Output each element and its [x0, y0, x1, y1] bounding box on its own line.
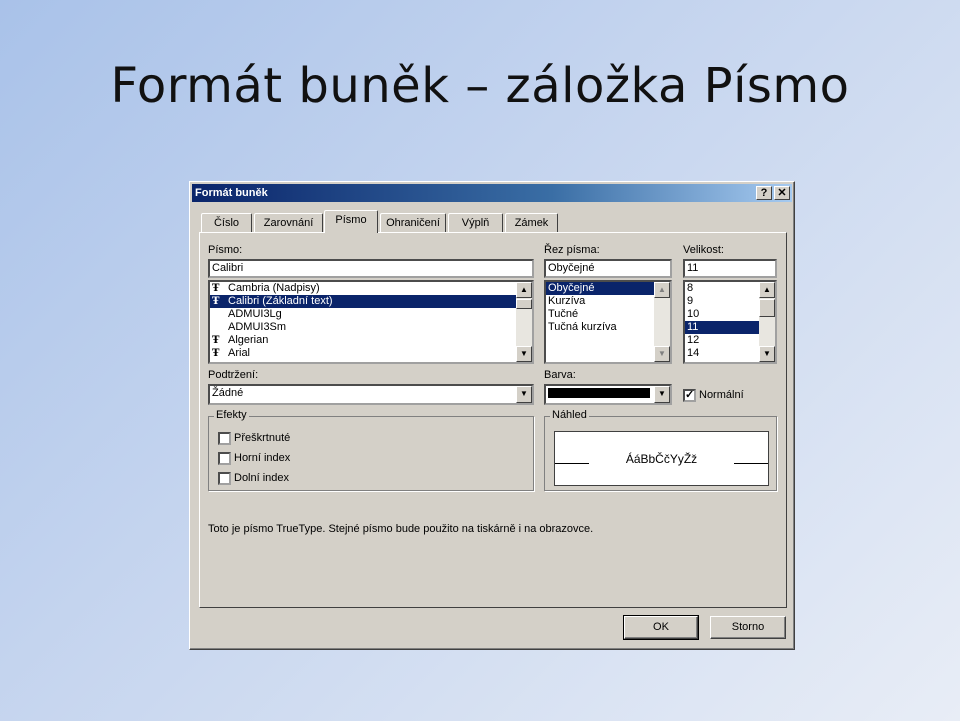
list-item[interactable]: Ŧ Calibri (Základní text) [210, 295, 516, 308]
font-list-scrollbar[interactable]: ▲ ▼ [516, 282, 532, 362]
truetype-icon: Ŧ [212, 335, 220, 346]
list-item[interactable]: Tučné [546, 308, 670, 321]
scroll-down-icon[interactable]: ▼ [516, 346, 532, 362]
color-swatch [548, 388, 650, 398]
truetype-icon: Ŧ [212, 348, 220, 359]
tab-cislo[interactable]: Číslo [201, 213, 252, 232]
tab-vypln[interactable]: Výplň [448, 213, 503, 232]
chevron-down-icon[interactable]: ▼ [516, 386, 532, 403]
normal-checkbox[interactable]: ✓ [683, 389, 696, 402]
superscript-checkbox[interactable] [218, 452, 231, 465]
size-list[interactable]: 8 9 10 11 12 14 ▲ ▼ [683, 280, 777, 364]
preview-group: Náhled ÁáBbČčYyŽž [544, 409, 777, 491]
list-item[interactable]: Tučná kurzíva [546, 321, 670, 334]
chevron-down-icon[interactable]: ▼ [654, 386, 670, 403]
tab-ohraniceni[interactable]: Ohraničení [380, 213, 446, 232]
truetype-icon: Ŧ [212, 283, 220, 294]
underline-label: Podtržení: [208, 369, 259, 381]
strikethrough-label: Přeškrtnuté [234, 432, 291, 444]
font-list[interactable]: Ŧ Cambria (Nadpisy) Ŧ Calibri (Základní te… [208, 280, 534, 364]
scroll-up-icon[interactable]: ▲ [654, 282, 670, 298]
list-item[interactable]: ADMUI3Lg [210, 308, 532, 321]
size-label: Velikost: [683, 244, 724, 256]
truetype-info: Toto je písmo TrueType. Stejné písmo bud… [208, 523, 594, 535]
size-list-scrollbar[interactable]: ▲ ▼ [759, 282, 775, 362]
style-label: Řez písma: [544, 244, 600, 256]
scroll-thumb[interactable] [759, 299, 775, 317]
effects-label: Efekty [214, 409, 249, 421]
font-tab-panel: Písmo: Calibri Ŧ Cambria (Nadpisy) Ŧ Calib… [199, 232, 787, 608]
underline-select[interactable]: Žádné ▼ [208, 384, 534, 405]
list-item[interactable]: 11 [685, 321, 759, 334]
style-input[interactable]: Obyčejné [544, 259, 672, 278]
ok-button[interactable]: OK [623, 615, 699, 640]
help-button[interactable]: ? [756, 186, 772, 200]
cancel-button[interactable]: Storno [710, 616, 786, 639]
list-item[interactable]: Obyčejné [546, 282, 654, 295]
style-list[interactable]: Obyčejné Kurzíva Tučné Tučná kurzíva ▲ ▼ [544, 280, 672, 364]
dialog-title: Formát buněk [195, 187, 268, 199]
slide-title: Formát buněk – záložka Písmo [110, 58, 850, 114]
preview-box: ÁáBbČčYyŽž [554, 431, 769, 486]
scroll-down-icon[interactable]: ▼ [759, 346, 775, 362]
subscript-label: Dolní index [234, 472, 290, 484]
preview-label: Náhled [550, 409, 589, 421]
preview-sample: ÁáBbČčYyŽž [625, 452, 698, 466]
superscript-label: Horní index [234, 452, 291, 464]
effects-group: Efekty Přeškrtnuté Horní index Dolní ind… [208, 409, 534, 491]
color-label: Barva: [544, 369, 576, 381]
list-item[interactable]: Kurzíva [546, 295, 670, 308]
tab-zarovnani[interactable]: Zarovnání [254, 213, 323, 232]
scroll-up-icon[interactable]: ▲ [759, 282, 775, 298]
truetype-icon: Ŧ [212, 296, 220, 307]
list-item[interactable]: Ŧ Cambria (Nadpisy) [210, 282, 532, 295]
list-item[interactable]: Ŧ Algerian [210, 334, 532, 347]
size-input[interactable]: 11 [683, 259, 777, 278]
subscript-checkbox[interactable] [218, 472, 231, 485]
tab-zamek[interactable]: Zámek [505, 213, 558, 232]
scroll-thumb[interactable] [516, 299, 532, 309]
underline-value: Žádné [212, 387, 244, 399]
tab-pismo[interactable]: Písmo [324, 210, 378, 233]
normal-label: Normální [699, 389, 744, 401]
font-label: Písmo: [208, 244, 243, 256]
list-item[interactable]: ADMUI3Sm [210, 321, 532, 334]
dialog-titlebar[interactable]: Formát buněk ? ✕ [192, 184, 792, 202]
scroll-down-icon[interactable]: ▼ [654, 346, 670, 362]
style-list-scrollbar[interactable]: ▲ ▼ [654, 282, 670, 362]
font-input[interactable]: Calibri [208, 259, 534, 278]
format-cells-dialog: Formát buněk ? ✕ Číslo Zarovnání Písmo O… [189, 181, 795, 650]
color-select[interactable]: ▼ [544, 384, 672, 405]
close-button[interactable]: ✕ [774, 186, 790, 200]
strikethrough-checkbox[interactable] [218, 432, 231, 445]
scroll-up-icon[interactable]: ▲ [516, 282, 532, 298]
list-item[interactable]: Ŧ Arial [210, 347, 532, 360]
